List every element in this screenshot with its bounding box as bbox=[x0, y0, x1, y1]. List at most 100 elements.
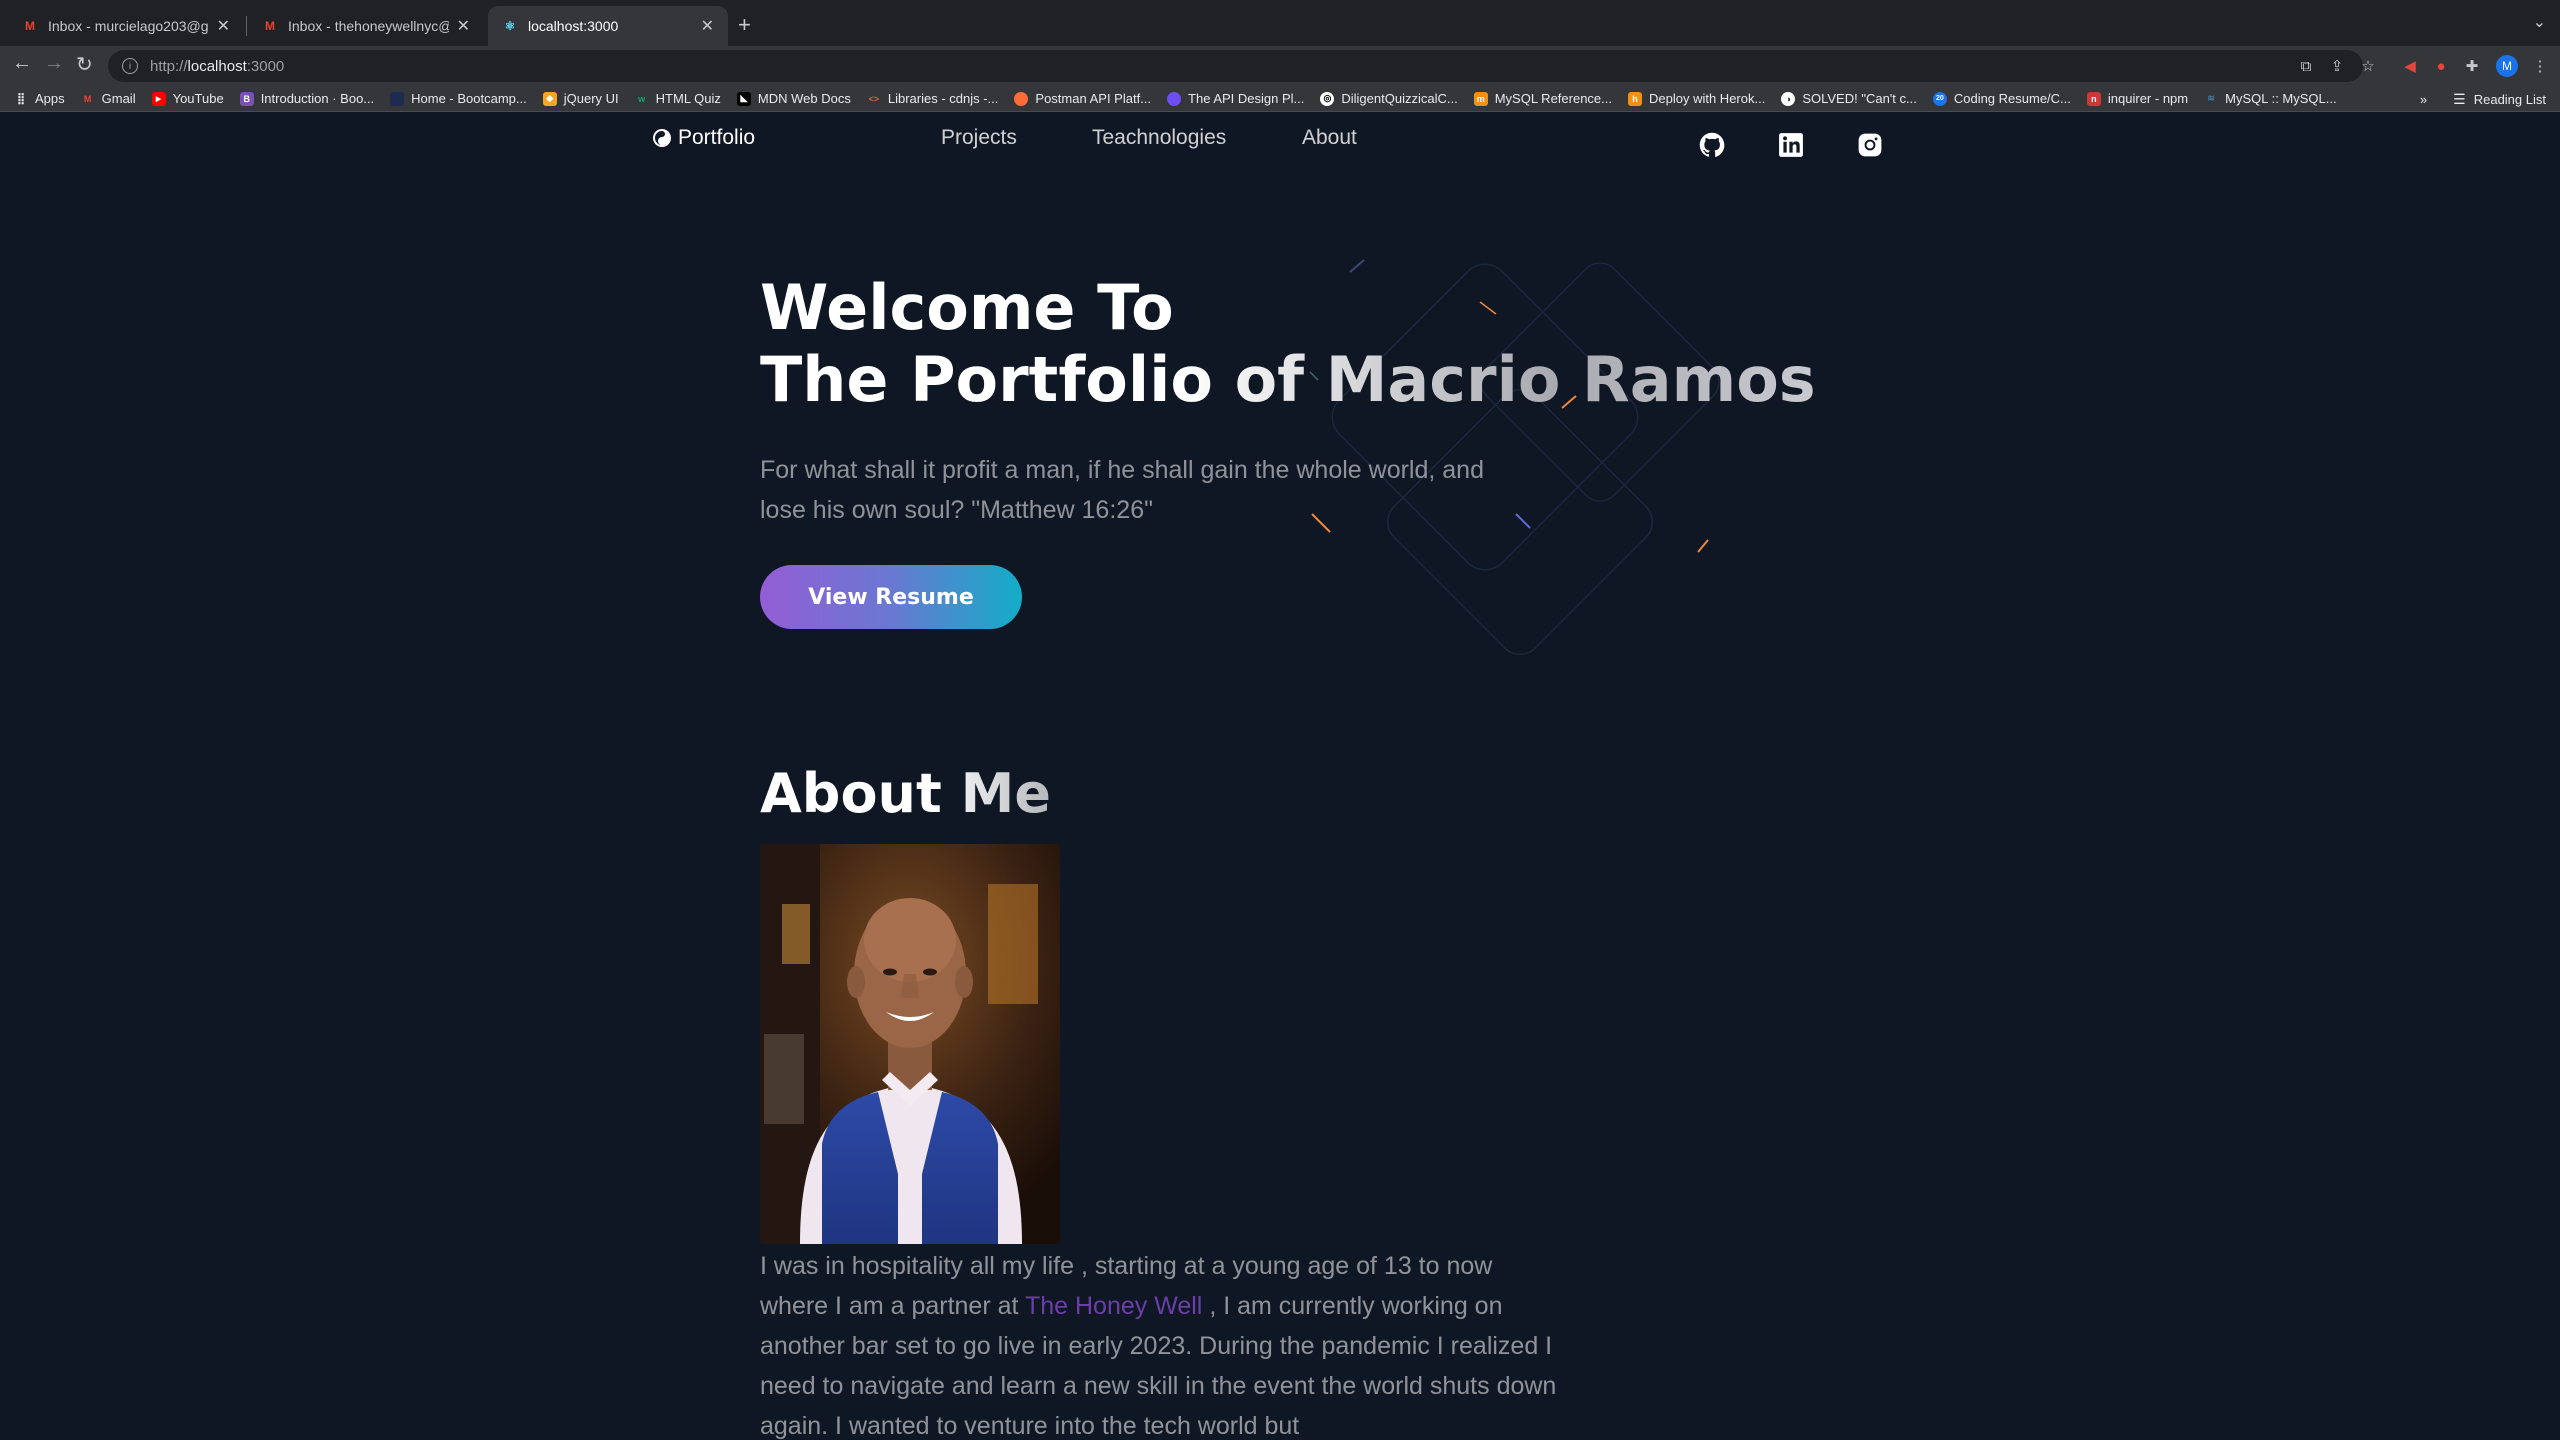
close-icon[interactable]: ✕ bbox=[701, 16, 714, 36]
bookmark-label: Coding Resume/C... bbox=[1953, 91, 2071, 106]
browser-toolbar: ← → ↻ i http://localhost:3000 ⧉ ⇪ ☆ ◀ ● … bbox=[0, 46, 2560, 86]
nav-technologies[interactable]: Teachnologies bbox=[1092, 126, 1226, 150]
mdn-icon: ◣ bbox=[736, 91, 751, 106]
cdnjs-icon: <> bbox=[868, 93, 880, 104]
bookmark-inquirer-npm[interactable]: n inquirer - npm bbox=[2086, 91, 2188, 106]
bookmark-label: DiligentQuizzicalC... bbox=[1341, 91, 1458, 106]
bookmark-cdnjs[interactable]: <> Libraries - cdnjs -... bbox=[867, 91, 999, 106]
bookmark-label: Introduction · Boo... bbox=[260, 91, 375, 106]
bookmark-label: YouTube bbox=[172, 91, 224, 106]
profile-avatar-icon[interactable]: M bbox=[2496, 55, 2518, 77]
address-bar[interactable]: i http://localhost:3000 bbox=[108, 50, 2363, 82]
about-paragraph: I was in hospitality all my life , start… bbox=[760, 1246, 1560, 1440]
bookmarks-bar: ⣿ Apps M Gmail ▶ YouTube B Introduction … bbox=[0, 86, 2560, 112]
api-design-icon bbox=[1167, 91, 1182, 106]
bookmark-label: MySQL Reference... bbox=[1494, 91, 1612, 106]
bookmark-label: MySQL :: MySQL... bbox=[2225, 91, 2337, 106]
tab-title: Inbox - murcielago203@gmail.c bbox=[48, 18, 209, 34]
bookmark-star-icon[interactable]: ☆ bbox=[2358, 56, 2378, 76]
bookmark-youtube[interactable]: ▶ YouTube bbox=[151, 91, 224, 106]
bookmark-label: Libraries - cdnjs -... bbox=[887, 91, 999, 106]
reload-icon[interactable]: ↻ bbox=[76, 52, 93, 77]
apps-grid-icon: ⣿ bbox=[16, 93, 26, 105]
heroku-icon: h bbox=[1628, 91, 1642, 106]
github-icon[interactable] bbox=[1697, 130, 1727, 160]
bookmark-mysql-reference[interactable]: m MySQL Reference... bbox=[1473, 91, 1612, 106]
bookmark-apps[interactable]: ⣿ Apps bbox=[14, 91, 65, 106]
linkedin-icon[interactable] bbox=[1776, 130, 1806, 160]
bookmark-bootcamp[interactable]: Home - Bootcamp... bbox=[390, 91, 527, 106]
tab-localhost[interactable]: ⚛ localhost:3000 ✕ bbox=[488, 6, 728, 46]
close-icon[interactable]: ✕ bbox=[457, 16, 470, 36]
bookmark-label: Gmail bbox=[101, 91, 136, 106]
tab-gmail-2[interactable]: M Inbox - thehoneywellnyc@gma ✕ bbox=[248, 6, 484, 46]
bookmark-heroku[interactable]: h Deploy with Herok... bbox=[1628, 91, 1765, 106]
bookmark-label: MDN Web Docs bbox=[757, 91, 851, 106]
extensions-puzzle-icon[interactable]: ✚ bbox=[2462, 56, 2482, 76]
bookmark-jquery-ui[interactable]: ◆ jQuery UI bbox=[542, 91, 619, 106]
page-content: Portfolio Projects Teachnologies About W… bbox=[0, 112, 2560, 1440]
replit-icon: ◎ bbox=[1320, 91, 1335, 106]
bookmark-bootstrap[interactable]: B Introduction · Boo... bbox=[239, 91, 375, 106]
hero-quote: For what shall it profit a man, if he sh… bbox=[760, 456, 1484, 524]
bookmark-replit[interactable]: ◎ DiligentQuizzicalC... bbox=[1320, 91, 1458, 106]
postman-icon bbox=[1014, 91, 1029, 106]
tab-title: localhost:3000 bbox=[528, 18, 619, 34]
gmail-icon: M bbox=[83, 93, 92, 104]
bookmark-label: SOLVED! "Can't c... bbox=[1802, 91, 1917, 106]
gmail-icon: M bbox=[265, 19, 275, 33]
site-info-icon[interactable]: i bbox=[122, 58, 138, 74]
more-bookmarks-button[interactable]: » bbox=[2420, 92, 2427, 107]
bookmark-label: The API Design Pl... bbox=[1188, 91, 1305, 106]
hero-title-line-2: The Portfolio of Macrio Ramos bbox=[760, 343, 1816, 416]
resume-icon: 20 bbox=[1932, 91, 1947, 106]
bookmark-api-design[interactable]: The API Design Pl... bbox=[1167, 91, 1304, 106]
bookmark-gmail[interactable]: M Gmail bbox=[81, 91, 136, 106]
new-tab-button[interactable]: + bbox=[738, 12, 751, 38]
browser-chrome: M Inbox - murcielago203@gmail.c ✕ M Inbo… bbox=[0, 0, 2560, 112]
logo-text: Portfolio bbox=[678, 126, 756, 149]
forward-icon[interactable]: → bbox=[44, 52, 64, 75]
globe-icon: ◑ bbox=[1781, 91, 1796, 106]
site-logo[interactable]: Portfolio bbox=[652, 126, 755, 150]
mysql-icon: m bbox=[1473, 91, 1488, 106]
extension-icon[interactable]: ◀ bbox=[2400, 56, 2420, 76]
bookmark-html-quiz[interactable]: w HTML Quiz bbox=[635, 91, 721, 106]
tab-gmail-1[interactable]: M Inbox - murcielago203@gmail.c ✕ bbox=[8, 6, 244, 46]
close-icon[interactable]: ✕ bbox=[217, 16, 230, 36]
react-icon: ⚛ bbox=[504, 19, 516, 33]
instagram-icon[interactable] bbox=[1855, 130, 1885, 160]
bookmark-label: Home - Bootcamp... bbox=[411, 91, 527, 106]
reading-list-icon[interactable]: ☰ bbox=[2453, 91, 2466, 108]
view-resume-button[interactable]: View Resume bbox=[760, 565, 1022, 629]
bookmark-solved[interactable]: ◑ SOLVED! "Can't c... bbox=[1781, 91, 1917, 106]
bookmark-postman[interactable]: Postman API Platf... bbox=[1014, 91, 1151, 106]
bookmark-coding-resume[interactable]: 20 Coding Resume/C... bbox=[1932, 91, 2071, 106]
honey-well-link[interactable]: The Honey Well bbox=[1025, 1292, 1202, 1320]
bookmark-label: jQuery UI bbox=[563, 91, 619, 106]
bookmark-label: HTML Quiz bbox=[655, 91, 721, 106]
nav-projects[interactable]: Projects bbox=[941, 126, 1017, 150]
nav-about[interactable]: About bbox=[1302, 126, 1357, 150]
url-port: :3000 bbox=[246, 57, 285, 75]
bookmark-label: Apps bbox=[35, 91, 65, 106]
bookmark-mdn[interactable]: ◣ MDN Web Docs bbox=[736, 91, 851, 106]
bookmark-mysql-docs[interactable]: ≋ MySQL :: MySQL... bbox=[2204, 91, 2336, 106]
url-host: localhost bbox=[187, 57, 247, 75]
mysql-dolphin-icon: ≋ bbox=[2207, 93, 2215, 103]
reading-list-button[interactable]: Reading List bbox=[2474, 92, 2546, 107]
menu-kebab-icon[interactable]: ⋮ bbox=[2530, 56, 2550, 76]
bookmark-label: Deploy with Herok... bbox=[1649, 91, 1766, 106]
share-icon[interactable]: ⇪ bbox=[2327, 56, 2347, 76]
tab-strip: M Inbox - murcielago203@gmail.c ✕ M Inbo… bbox=[0, 0, 2560, 46]
extension-icon[interactable]: ● bbox=[2431, 56, 2451, 76]
youtube-icon: ▶ bbox=[151, 91, 166, 106]
w3schools-icon: w bbox=[638, 93, 646, 104]
hero-title: Welcome To The Portfolio of Macrio Ramos bbox=[760, 272, 1816, 416]
jquery-icon: ◆ bbox=[542, 91, 557, 106]
tab-search-icon[interactable]: ⌄ bbox=[2533, 12, 2546, 32]
open-in-app-icon[interactable]: ⧉ bbox=[2296, 56, 2316, 76]
back-icon[interactable]: ← bbox=[12, 52, 32, 75]
gmail-icon: M bbox=[25, 19, 35, 33]
tab-title: Inbox - thehoneywellnyc@gma bbox=[288, 18, 449, 34]
